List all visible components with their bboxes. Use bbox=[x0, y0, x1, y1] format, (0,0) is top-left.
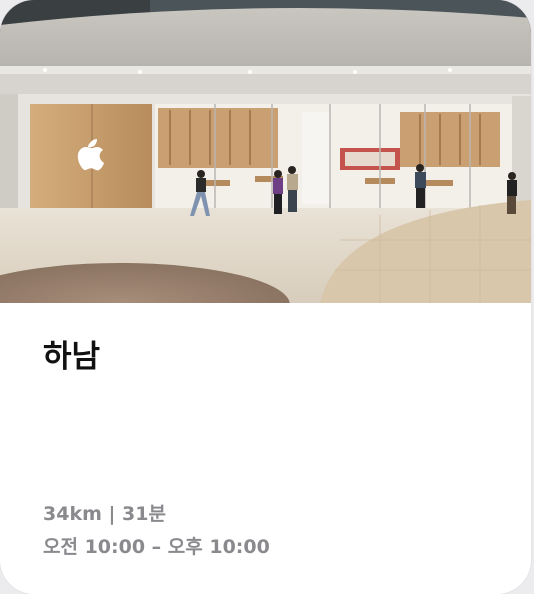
store-photo bbox=[0, 0, 531, 303]
distance-time: 34km | 31분 bbox=[43, 503, 166, 525]
store-name: 하남 bbox=[43, 339, 101, 375]
store-card[interactable]: 하남 34km | 31분 오전 10:00 – 오후 10:00 bbox=[0, 0, 531, 594]
store-hours: 오전 10:00 – 오후 10:00 bbox=[43, 536, 270, 558]
